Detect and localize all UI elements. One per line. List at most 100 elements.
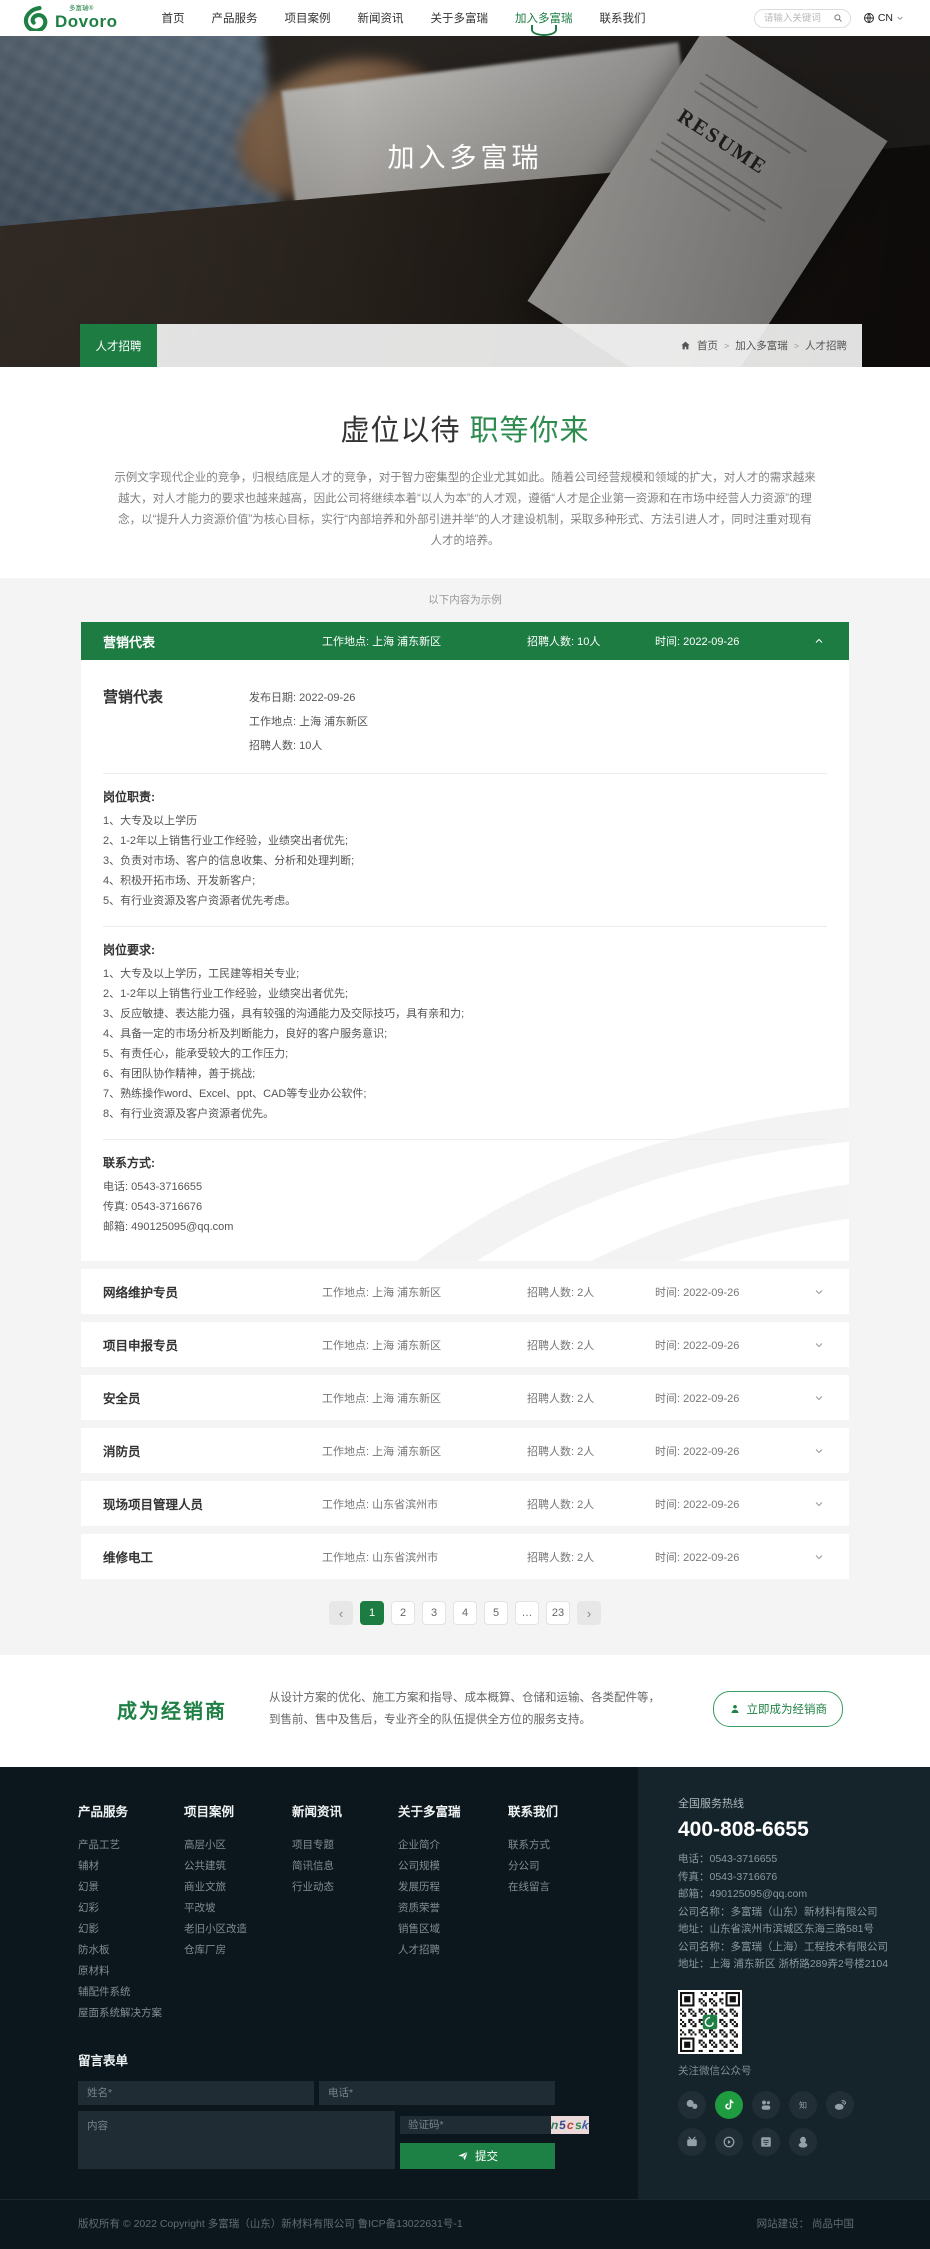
pagination-page-23[interactable]: 23 bbox=[546, 1601, 570, 1625]
footer-link[interactable]: 高层小区 bbox=[184, 1835, 292, 1856]
jobs-list: 营销代表 工作地点: 上海 浦东新区 招聘人数: 10人 时间: 2022-09… bbox=[81, 622, 849, 1625]
douyin-icon[interactable] bbox=[715, 2091, 743, 2119]
chevron-down-icon[interactable] bbox=[813, 1392, 839, 1404]
footer-link[interactable]: 企业简介 bbox=[398, 1835, 508, 1856]
dealer-description: 从设计方案的优化、施工方案和指导、成本概算、仓储和运输、各类配件等，到售前、售中… bbox=[269, 1687, 671, 1731]
social-icons-row2 bbox=[678, 2128, 930, 2156]
chevron-down-icon[interactable] bbox=[813, 1286, 839, 1298]
site-credit[interactable]: 网站建设： 尚品中国 bbox=[757, 2216, 854, 2231]
submit-button[interactable]: 提交 bbox=[400, 2143, 555, 2169]
footer-link[interactable]: 行业动态 bbox=[292, 1877, 398, 1898]
pagination-page-2[interactable]: 2 bbox=[391, 1601, 415, 1625]
footer-link[interactable]: 辅材 bbox=[78, 1856, 184, 1877]
contact-line: 公司名称：多富瑞（山东）新材料有限公司 bbox=[678, 1904, 930, 1922]
nav-item-项目案例[interactable]: 项目案例 bbox=[285, 4, 331, 32]
tab-recruitment[interactable]: 人才招聘 bbox=[80, 324, 157, 367]
captcha-image[interactable]: n5csk bbox=[551, 2116, 589, 2134]
weibo-icon[interactable] bbox=[826, 2091, 854, 2119]
pagination-page-5[interactable]: 5 bbox=[484, 1601, 508, 1625]
footer-link[interactable]: 分公司 bbox=[508, 1856, 614, 1877]
job-row[interactable]: 项目申报专员工作地点: 上海 浦东新区招聘人数: 2人时间: 2022-09-2… bbox=[81, 1322, 849, 1367]
wechat-icon[interactable] bbox=[678, 2091, 706, 2119]
job-section-line: 2、1-2年以上销售行业工作经验，业绩突出者优先; bbox=[103, 984, 827, 1004]
name-field[interactable] bbox=[78, 2081, 314, 2105]
footer-link[interactable]: 原材料 bbox=[78, 1961, 184, 1982]
bilibili-icon[interactable] bbox=[678, 2128, 706, 2156]
breadcrumb-item[interactable]: 人才招聘 bbox=[805, 338, 847, 353]
job-accordion-header[interactable]: 营销代表 工作地点: 上海 浦东新区 招聘人数: 10人 时间: 2022-09… bbox=[81, 622, 849, 660]
social-icons-row1: 知 bbox=[678, 2091, 930, 2119]
job-location: 工作地点: 上海 浦东新区 bbox=[322, 1284, 527, 1300]
chevron-down-icon[interactable] bbox=[813, 1498, 839, 1510]
phone-field[interactable] bbox=[319, 2081, 555, 2105]
kuaishou-icon[interactable] bbox=[752, 2091, 780, 2119]
footer-link[interactable]: 幻影 bbox=[78, 1919, 184, 1940]
footer-link[interactable]: 商业文旅 bbox=[184, 1877, 292, 1898]
job-row[interactable]: 网络维护专员工作地点: 上海 浦东新区招聘人数: 2人时间: 2022-09-2… bbox=[81, 1269, 849, 1314]
footer-link[interactable]: 销售区域 bbox=[398, 1919, 508, 1940]
footer-link[interactable]: 幻景 bbox=[78, 1877, 184, 1898]
footer-link[interactable]: 辅配件系统 bbox=[78, 1982, 184, 2003]
nav-item-联系我们[interactable]: 联系我们 bbox=[600, 4, 646, 32]
language-switcher[interactable]: CN bbox=[863, 12, 904, 24]
home-icon[interactable] bbox=[680, 340, 691, 351]
job-section-line: 8、有行业资源及客户资源者优先。 bbox=[103, 1104, 827, 1124]
footer-link[interactable]: 公共建筑 bbox=[184, 1856, 292, 1877]
search-input[interactable] bbox=[764, 13, 833, 24]
job-section-line: 4、具备一定的市场分析及判断能力，良好的客户服务意识; bbox=[103, 1024, 827, 1044]
footer-link[interactable]: 幻彩 bbox=[78, 1898, 184, 1919]
job-row[interactable]: 消防员工作地点: 上海 浦东新区招聘人数: 2人时间: 2022-09-26 bbox=[81, 1428, 849, 1473]
footer-link[interactable]: 资质荣誉 bbox=[398, 1898, 508, 1919]
footer-link[interactable]: 防水板 bbox=[78, 1940, 184, 1961]
chevron-up-icon[interactable] bbox=[813, 635, 839, 647]
footer-link[interactable]: 人才招聘 bbox=[398, 1940, 508, 1961]
job-row[interactable]: 维修电工工作地点: 山东省滨州市招聘人数: 2人时间: 2022-09-26 bbox=[81, 1534, 849, 1579]
footer-link[interactable]: 平改坡 bbox=[184, 1898, 292, 1919]
chevron-down-icon[interactable] bbox=[813, 1339, 839, 1351]
job-section-line: 5、有行业资源及客户资源者优先考虑。 bbox=[103, 891, 827, 911]
breadcrumb-item[interactable]: 加入多富瑞 bbox=[735, 338, 788, 353]
become-dealer-button[interactable]: 立即成为经销商 bbox=[713, 1691, 844, 1727]
brand-logo[interactable]: 多富瑞® Dovoro bbox=[22, 5, 118, 31]
pagination-page-…[interactable]: … bbox=[515, 1601, 539, 1625]
qq-icon[interactable] bbox=[789, 2128, 817, 2156]
nav-item-首页[interactable]: 首页 bbox=[162, 4, 185, 32]
footer-link[interactable]: 产品工艺 bbox=[78, 1835, 184, 1856]
footer-link[interactable]: 发展历程 bbox=[398, 1877, 508, 1898]
job-row[interactable]: 安全员工作地点: 上海 浦东新区招聘人数: 2人时间: 2022-09-26 bbox=[81, 1375, 849, 1420]
search-box[interactable] bbox=[754, 9, 851, 28]
breadcrumb-item[interactable]: 首页 bbox=[697, 338, 718, 353]
footer-column-title: 关于多富瑞 bbox=[398, 1801, 508, 1820]
footer-link[interactable]: 老旧小区改造 bbox=[184, 1919, 292, 1940]
chevron-down-icon[interactable] bbox=[813, 1445, 839, 1457]
pagination-page-3[interactable]: 3 bbox=[422, 1601, 446, 1625]
pagination-next[interactable]: › bbox=[577, 1601, 601, 1625]
content-field[interactable] bbox=[78, 2111, 395, 2169]
pagination-prev[interactable]: ‹ bbox=[329, 1601, 353, 1625]
footer-link[interactable]: 联系方式 bbox=[508, 1835, 614, 1856]
nav-item-新闻资讯[interactable]: 新闻资讯 bbox=[358, 4, 404, 32]
job-detail-panel: 营销代表 发布日期: 2022-09-26工作地点: 上海 浦东新区招聘人数: … bbox=[81, 660, 849, 1261]
globe-icon bbox=[863, 12, 875, 24]
job-date: 时间: 2022-09-26 bbox=[655, 1284, 813, 1300]
footer-link[interactable]: 屋面系统解决方案 bbox=[78, 2003, 184, 2024]
footer-link[interactable]: 公司规模 bbox=[398, 1856, 508, 1877]
pagination-page-4[interactable]: 4 bbox=[453, 1601, 477, 1625]
job-row[interactable]: 现场项目管理人员工作地点: 山东省滨州市招聘人数: 2人时间: 2022-09-… bbox=[81, 1481, 849, 1526]
nav-item-关于多富瑞[interactable]: 关于多富瑞 bbox=[431, 4, 489, 32]
toutiao-icon[interactable] bbox=[752, 2128, 780, 2156]
footer-link[interactable]: 项目专题 bbox=[292, 1835, 398, 1856]
footer-link[interactable]: 在线留言 bbox=[508, 1877, 614, 1898]
video-channel-icon[interactable] bbox=[715, 2128, 743, 2156]
job-location: 工作地点: 山东省滨州市 bbox=[322, 1496, 527, 1512]
jobs-section: 以下内容为示例 营销代表 工作地点: 上海 浦东新区 招聘人数: 10人 时间:… bbox=[0, 578, 930, 1655]
search-icon[interactable] bbox=[833, 13, 843, 23]
nav-item-产品服务[interactable]: 产品服务 bbox=[212, 4, 258, 32]
footer-link[interactable]: 仓库厂房 bbox=[184, 1940, 292, 1961]
pagination-page-1[interactable]: 1 bbox=[360, 1601, 384, 1625]
nav-item-加入多富瑞[interactable]: 加入多富瑞 bbox=[515, 4, 573, 32]
zhihu-icon[interactable]: 知 bbox=[789, 2091, 817, 2119]
captcha-field[interactable] bbox=[400, 2116, 551, 2134]
chevron-down-icon[interactable] bbox=[813, 1551, 839, 1563]
footer-link[interactable]: 简讯信息 bbox=[292, 1856, 398, 1877]
